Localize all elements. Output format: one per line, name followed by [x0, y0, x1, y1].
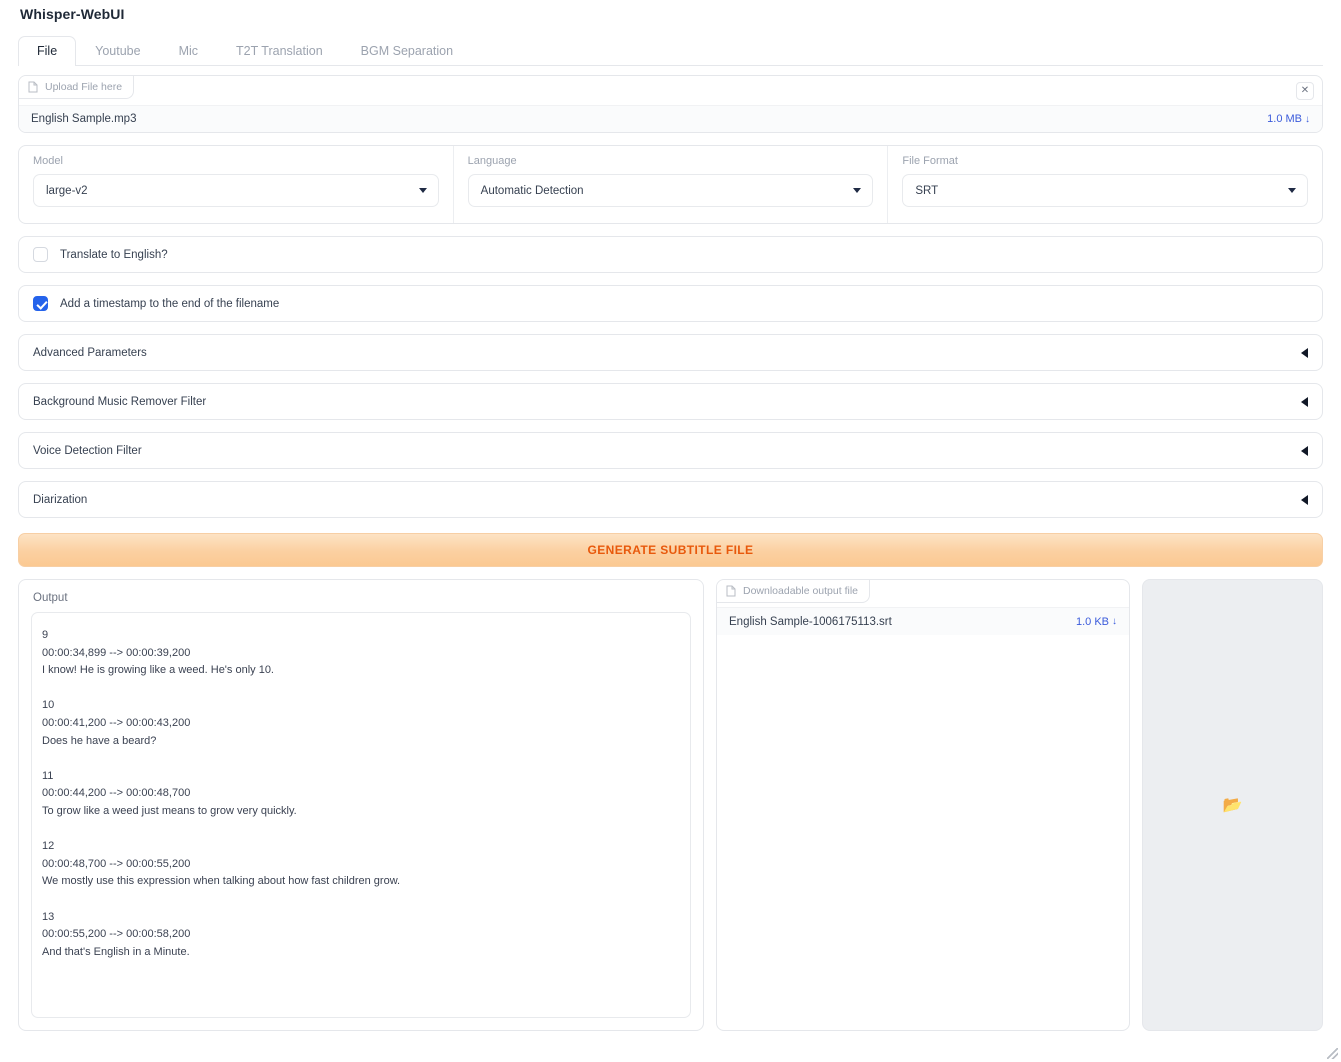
folder-panel[interactable]: 📂 — [1142, 579, 1323, 1031]
uploaded-file-size-label: 1.0 MB — [1267, 113, 1302, 125]
app-root: Whisper-WebUI File Youtube Mic T2T Trans… — [0, 0, 1341, 1031]
generate-subtitle-file-button[interactable]: GENERATE SUBTITLE FILE — [18, 533, 1323, 567]
downloadable-output-file-chip: Downloadable output file — [717, 580, 870, 603]
download-arrow-icon: ↓ — [1305, 114, 1310, 125]
close-icon[interactable]: ✕ — [1296, 82, 1314, 100]
download-arrow-icon: ↓ — [1112, 616, 1117, 627]
accordion-background-music-remover-filter[interactable]: Background Music Remover Filter — [18, 383, 1323, 420]
file-format-select[interactable]: SRT — [902, 174, 1308, 207]
tab-bar: File Youtube Mic T2T Translation BGM Sep… — [18, 36, 1323, 66]
downloadable-file-size-label: 1.0 KB — [1076, 616, 1109, 628]
tab-youtube[interactable]: Youtube — [76, 36, 159, 66]
page-title: Whisper-WebUI — [0, 0, 1341, 22]
generate-subtitle-file-label: GENERATE SUBTITLE FILE — [588, 543, 754, 557]
chevron-left-icon — [1301, 348, 1308, 358]
chevron-left-icon — [1301, 397, 1308, 407]
file-format-value: SRT — [915, 185, 938, 197]
accordion-diarization-label: Diarization — [33, 494, 87, 506]
settings-row: Model large-v2 Language Automatic Detect… — [18, 145, 1323, 224]
document-icon — [28, 81, 38, 93]
output-textarea[interactable]: 9 00:00:34,899 --> 00:00:39,200 I know! … — [31, 612, 691, 1018]
document-icon — [726, 585, 736, 597]
add-timestamp-row[interactable]: Add a timestamp to the end of the filena… — [18, 285, 1323, 322]
accordion-advanced-parameters[interactable]: Advanced Parameters — [18, 334, 1323, 371]
accordion-diarization[interactable]: Diarization — [18, 481, 1323, 518]
downloadable-file-name: English Sample-1006175113.srt — [729, 616, 892, 628]
upload-file-label: Upload File here — [45, 81, 122, 93]
tab-bgm-separation[interactable]: BGM Separation — [342, 36, 472, 66]
language-select[interactable]: Automatic Detection — [468, 174, 874, 207]
file-format-select-cell: File Format SRT — [888, 146, 1322, 223]
accordion-background-music-remover-filter-label: Background Music Remover Filter — [33, 396, 206, 408]
model-select-cell: Model large-v2 — [19, 146, 454, 223]
chevron-down-icon — [419, 188, 427, 193]
file-format-label: File Format — [902, 155, 1308, 167]
translate-to-english-label: Translate to English? — [60, 249, 168, 261]
accordion-advanced-parameters-label: Advanced Parameters — [33, 347, 147, 359]
chevron-down-icon — [1288, 188, 1296, 193]
resize-handle-icon[interactable] — [1327, 1048, 1338, 1059]
chevron-left-icon — [1301, 495, 1308, 505]
upload-file-button[interactable]: Upload File here — [19, 76, 134, 99]
open-folder-icon[interactable]: 📂 — [1223, 795, 1243, 815]
accordion-voice-detection-filter[interactable]: Voice Detection Filter — [18, 432, 1323, 469]
tab-mic[interactable]: Mic — [160, 36, 217, 66]
language-label: Language — [468, 155, 874, 167]
downloadable-file-row[interactable]: English Sample-1006175113.srt 1.0 KB ↓ — [717, 607, 1129, 635]
translate-to-english-row[interactable]: Translate to English? — [18, 236, 1323, 273]
translate-to-english-checkbox[interactable] — [33, 247, 48, 262]
chevron-down-icon — [853, 188, 861, 193]
model-label: Model — [33, 155, 439, 167]
output-card: Output 9 00:00:34,899 --> 00:00:39,200 I… — [18, 579, 704, 1031]
results-area: Output 9 00:00:34,899 --> 00:00:39,200 I… — [18, 579, 1323, 1031]
tab-t2t-translation[interactable]: T2T Translation — [217, 36, 342, 66]
output-label: Output — [33, 592, 691, 604]
model-select[interactable]: large-v2 — [33, 174, 439, 207]
add-timestamp-checkbox[interactable] — [33, 296, 48, 311]
downloadable-output-file-label: Downloadable output file — [743, 585, 858, 597]
chevron-left-icon — [1301, 446, 1308, 456]
uploaded-file-name: English Sample.mp3 — [31, 113, 136, 125]
add-timestamp-label: Add a timestamp to the end of the filena… — [60, 298, 279, 310]
downloadable-file-size[interactable]: 1.0 KB ↓ — [1076, 616, 1117, 628]
uploaded-file-size[interactable]: 1.0 MB ↓ — [1267, 113, 1310, 125]
downloadable-output-file-card: Downloadable output file English Sample-… — [716, 579, 1130, 1031]
file-upload-card[interactable]: Upload File here ✕ English Sample.mp3 1.… — [18, 75, 1323, 133]
language-select-cell: Language Automatic Detection — [454, 146, 889, 223]
tab-file[interactable]: File — [18, 36, 76, 66]
language-value: Automatic Detection — [481, 185, 584, 197]
accordion-voice-detection-filter-label: Voice Detection Filter — [33, 445, 142, 457]
model-value: large-v2 — [46, 185, 88, 197]
uploaded-file-row[interactable]: English Sample.mp3 1.0 MB ↓ — [19, 105, 1322, 132]
